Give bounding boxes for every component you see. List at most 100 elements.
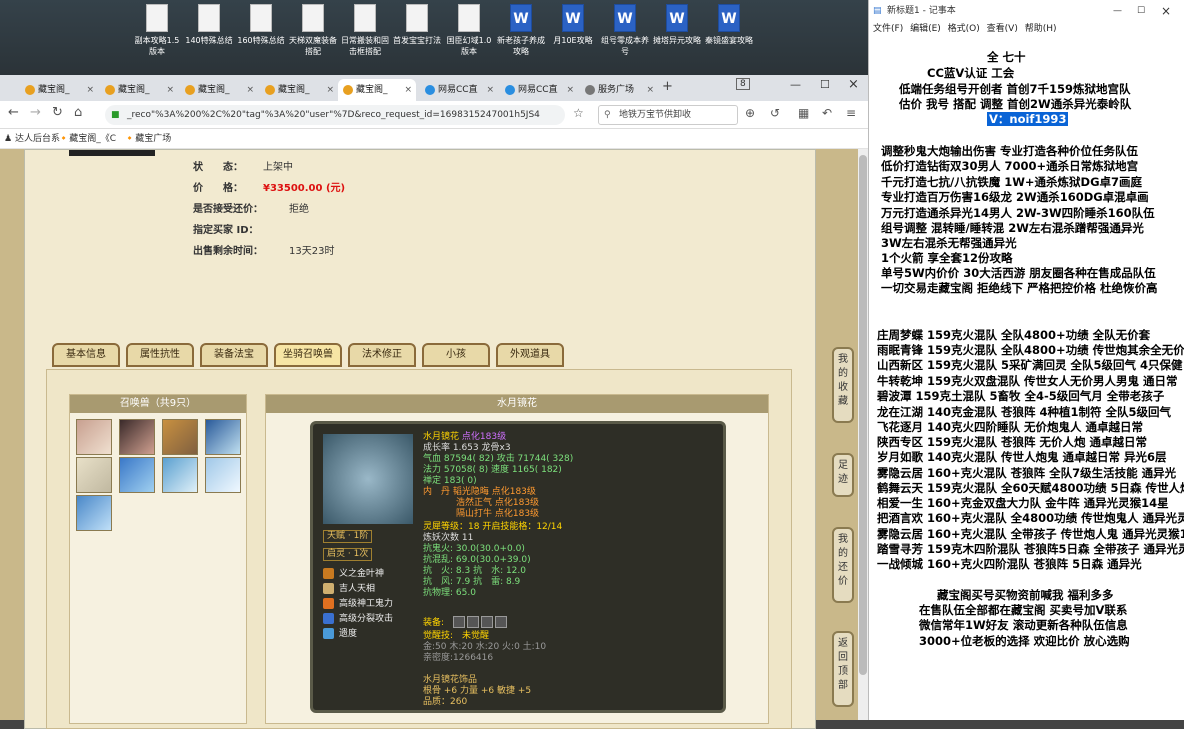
equip-slot-icon[interactable] [495,616,507,628]
scrollbar-thumb[interactable] [859,155,867,675]
selected-text: V：noif1993 [987,112,1069,126]
pet-thumbnail[interactable] [162,457,198,493]
menu-view[interactable]: 查看(V) [987,24,1018,34]
tab-mounts-pets[interactable]: 坐骑召唤兽 [274,343,342,367]
desktop-file-icon[interactable]: 副本攻略1.5版本 [132,4,182,57]
desktop-word-icon[interactable]: W 秦镜盛宴攻略 [704,4,754,46]
refresh-icon[interactable]: ↺ [770,106,780,120]
home-icon[interactable]: ⌂ [74,105,82,120]
menu-file[interactable]: 文件(F) [873,24,903,34]
minimize-button[interactable]: — [790,78,801,91]
buyer-row: 指定买家 ID： [193,221,289,236]
notepad-text-area[interactable]: 全 七十 CC蓝V认证 工会 低端任务组号开创者 首创7千159炼狱地宫队 估价… [869,40,1184,720]
new-tab-button[interactable]: + [662,79,673,94]
search-input[interactable]: ⚲ 地铁万宝节供卸收 [598,105,738,125]
address-bar[interactable]: ■ _reco"%3A%200%2C%20"tag"%3A%20"user"%7D… [105,105,565,125]
pet-thumbnail[interactable] [162,419,198,455]
tab-title: 藏宝阁_ [356,85,388,95]
tab-children[interactable]: 小孩 [422,343,490,367]
close-icon[interactable]: × [166,79,174,101]
pet-thumbnail[interactable] [119,457,155,493]
price-row: 价 格： ¥33500.00 (元) [193,179,345,194]
browser-tab-active[interactable]: 藏宝阁_ × [338,79,416,101]
pet-thumbnail[interactable] [76,419,112,455]
tab-basic-info[interactable]: 基本信息 [52,343,120,367]
text-line: 雨眠青锋 159克火混队 全队4800+功绩 传世炮其余全无价 [877,343,1184,357]
browser-tab[interactable]: 网易CC直 × [420,79,498,101]
star-icon[interactable]: ☆ [573,106,584,120]
back-to-top-button[interactable]: 返回顶部 [832,631,854,707]
bookmark-item[interactable]: 🔸藏宝广场 [124,129,171,149]
desktop-file-label: 160特殊总结 [237,36,285,45]
bookmark-item[interactable]: ♟ 达人后台系 [4,129,60,149]
desktop-file-icon[interactable]: 160特殊总结 [236,4,286,46]
my-counteroffers-button[interactable]: 我的还价 [832,527,854,603]
desktop-word-icon[interactable]: W 组号零成本养号 [600,4,650,57]
maximize-button[interactable]: ☐ [1137,0,1145,22]
pet-badge: 点化183级 [461,432,507,442]
close-icon[interactable]: × [646,79,654,101]
forward-icon[interactable]: → [30,105,41,120]
desktop-file-icon[interactable]: 140特殊总结 [184,4,234,46]
menu-edit[interactable]: 编辑(E) [910,24,941,34]
footprint-button[interactable]: 足迹 [832,453,854,497]
desktop-file-icon[interactable]: 天梯双魔装备搭配 [288,4,338,57]
equip-slot-icon[interactable] [467,616,479,628]
back-icon[interactable]: ← [8,105,19,120]
tab-title: 网易CC直 [518,85,558,95]
text-line: 山西新区 159克火混队 5采矿满回灵 全队5级回气 4只保健 [877,358,1183,372]
tab-attributes[interactable]: 属性抗性 [126,343,194,367]
page-scrollbar[interactable] [858,149,868,720]
browser-tab[interactable]: 藏宝阁_ × [260,79,338,101]
desktop-file-icon[interactable]: 国臣幻域1.0版本 [444,4,494,57]
desktop-file-icon[interactable]: 日常搬装和固击框搭配 [340,4,390,57]
grid-icon[interactable]: ▦ [798,106,809,120]
browser-tab[interactable]: 藏宝阁_ × [180,79,258,101]
pet-mind: 禅定 183( 0) [423,476,477,486]
search-text: 地铁万宝节供卸收 [619,110,692,120]
browser-tab[interactable]: 服务广场 × [580,79,658,101]
desktop-file-label: 新老孩子养成攻略 [497,36,545,56]
close-icon[interactable]: × [86,79,94,101]
close-icon[interactable]: × [404,79,412,101]
close-icon[interactable]: × [486,79,494,101]
text-line: 庄周梦蝶 159克火混队 全队4800+功绩 全队无价套 [877,328,1151,342]
desktop-file-icon[interactable]: 首发宝宝打法 [392,4,442,46]
close-icon[interactable]: × [326,79,334,101]
tab-appearance[interactable]: 外观道具 [496,343,564,367]
equip-slot-icon[interactable] [453,616,465,628]
tab-equipment[interactable]: 装备法宝 [200,343,268,367]
maximize-button[interactable]: ☐ [820,78,830,91]
menu-format[interactable]: 格式(O) [948,24,980,34]
browser-tab[interactable]: 网易CC直 × [500,79,578,101]
tab-spells[interactable]: 法术修正 [348,343,416,367]
text-line: 把酒言欢 160+克火混队 全4800功绩 传世炮鬼人 通异光灵猴 [877,511,1184,525]
bookmark-item[interactable]: 🔸藏宝阁_《C [58,129,116,149]
close-icon[interactable]: × [566,79,574,101]
undo-icon[interactable]: ↶ [822,106,832,120]
close-icon[interactable]: × [246,79,254,101]
pet-thumbnail[interactable] [119,419,155,455]
text-line: 组号调整 混转睡/睡转混 2W左右混杀蹭帮强通异光 [881,221,1144,235]
extensions-icon[interactable]: ⊕ [745,106,755,120]
close-window-button[interactable]: × [848,77,859,92]
desktop-word-icon[interactable]: W 月10E攻略 [548,4,598,46]
desktop-word-icon[interactable]: W 摊塔异元攻略 [652,4,702,46]
pet-thumbnail[interactable] [76,495,112,531]
reload-icon[interactable]: ↻ [52,105,63,120]
skill-icon [323,613,334,624]
desktop-word-icon[interactable]: W 新老孩子养成攻略 [496,4,546,57]
menu-help[interactable]: 帮助(H) [1025,24,1057,34]
pet-thumbnail[interactable] [205,419,241,455]
close-window-button[interactable]: × [1161,0,1171,22]
menu-icon[interactable]: ≡ [846,106,856,120]
browser-tab[interactable]: 藏宝阁_ × [100,79,178,101]
desktop-file-label: 月10E攻略 [553,36,593,45]
pet-thumbnail[interactable] [205,457,241,493]
tab-count-badge[interactable]: 8 [736,78,750,90]
pet-thumbnail[interactable] [76,457,112,493]
minimize-button[interactable]: — [1113,0,1122,22]
equip-slot-icon[interactable] [481,616,493,628]
browser-tab[interactable]: 藏宝阁_ × [20,79,98,101]
my-favorites-button[interactable]: 我的收藏 [832,347,854,423]
